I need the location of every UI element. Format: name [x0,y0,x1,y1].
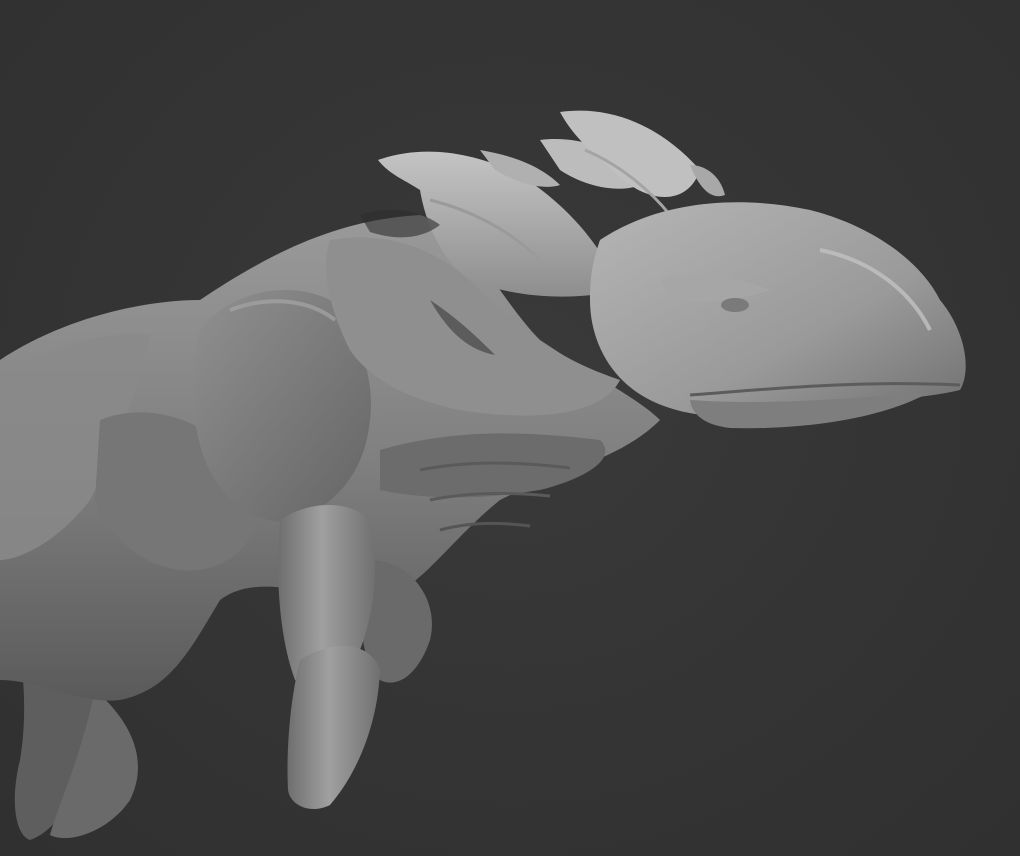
sculpt-model[interactable] [0,0,1020,856]
eye [721,298,749,312]
front-leg-near [278,505,380,810]
sculpt-viewport[interactable] [0,0,1020,856]
creature-head [590,202,966,429]
